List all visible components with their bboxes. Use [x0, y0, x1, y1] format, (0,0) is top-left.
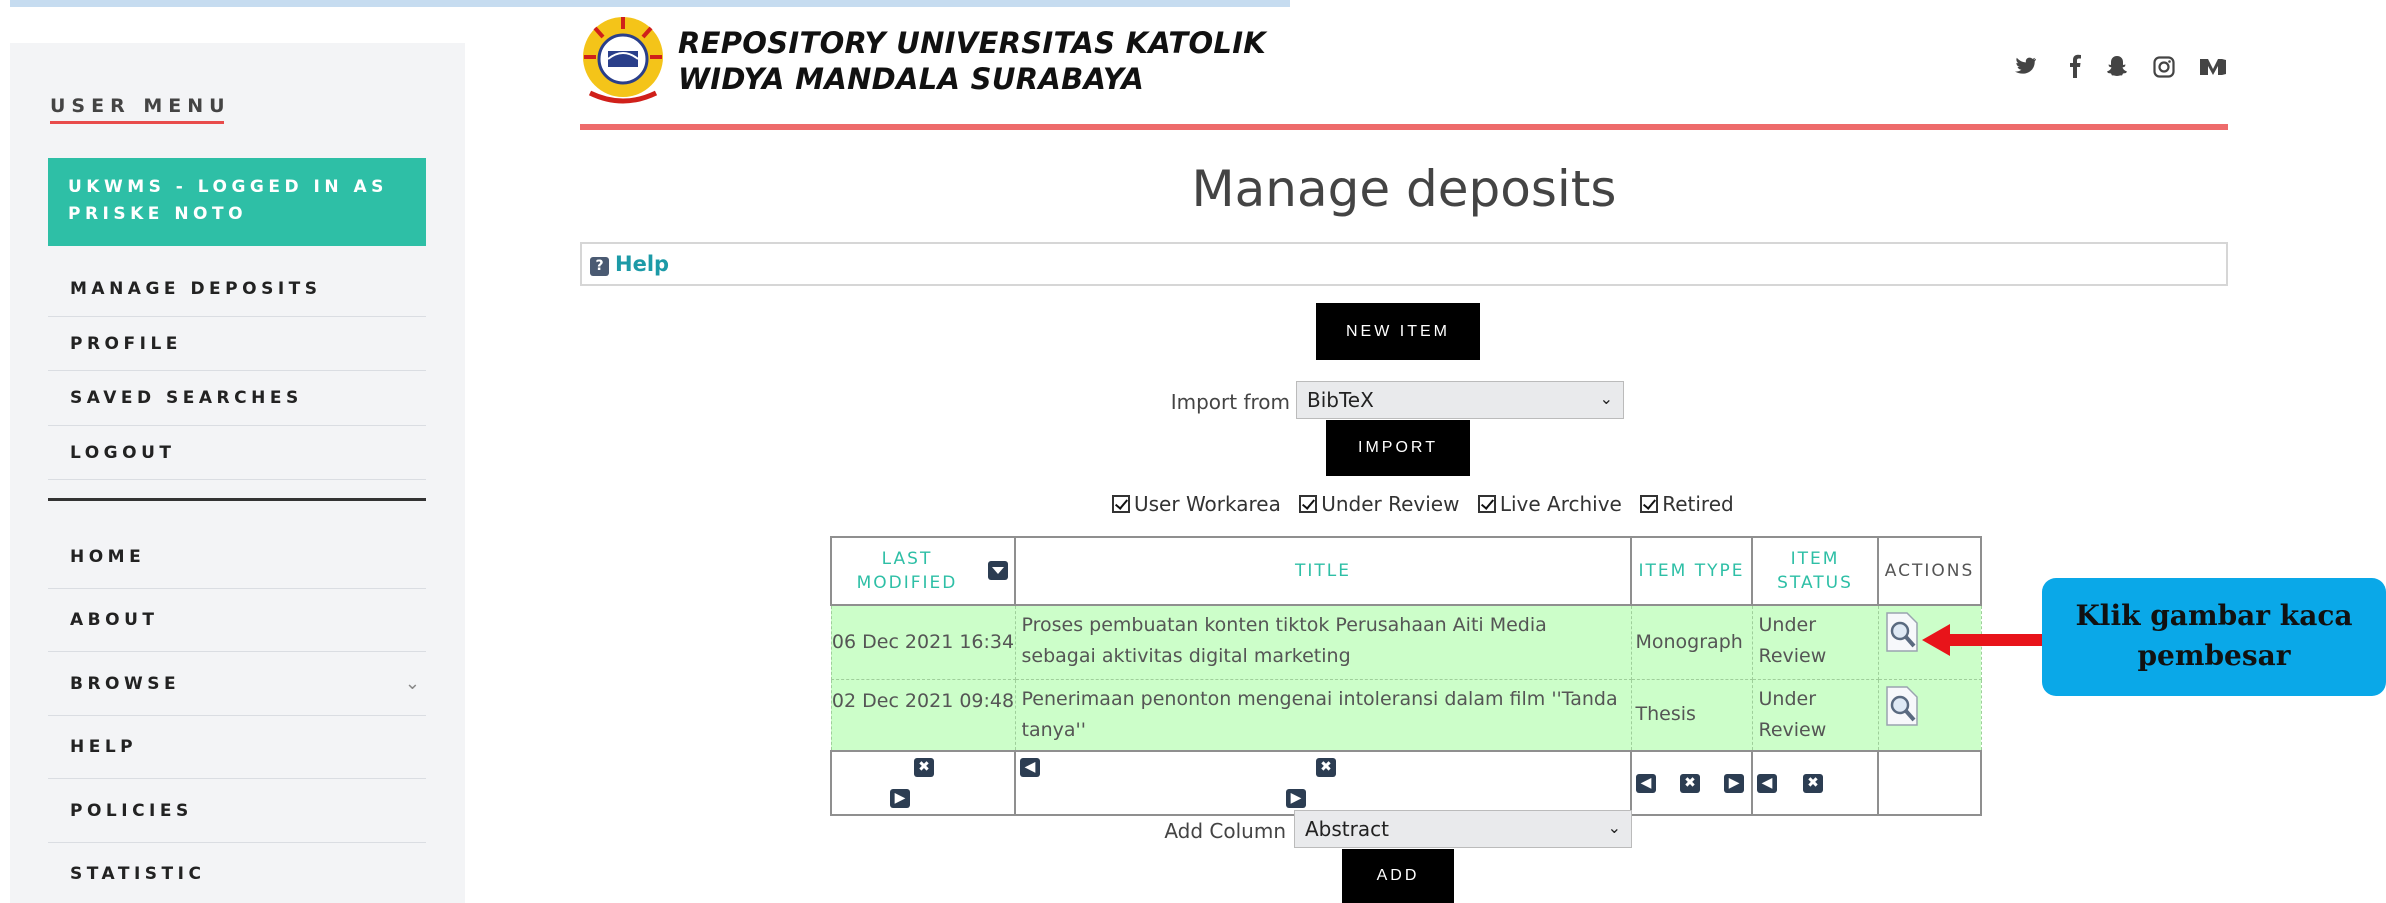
table-row: 06 Dec 2021 16:34 Proses pembuatan konte… [830, 604, 1982, 680]
cell-title: Penerimaan penonton mengenai intoleransi… [1014, 678, 1632, 752]
remove-column-icon[interactable]: ✖ [1680, 773, 1701, 793]
move-left-icon[interactable]: ◀ [1636, 773, 1656, 793]
filter-retired-checkbox[interactable] [1640, 495, 1659, 513]
university-logo[interactable] [580, 13, 666, 109]
sidebar-item-about[interactable]: ABOUT [48, 589, 426, 652]
move-right-icon[interactable]: ▶ [1286, 789, 1306, 808]
filter-user-workarea-checkbox[interactable] [1112, 495, 1130, 513]
import-format-select[interactable]: BibTeX ⌄ [1296, 381, 1624, 419]
sidebar-item-logout[interactable]: LOGOUT [48, 426, 426, 480]
sidebar: USER MENU UKWMS - LOGGED IN AS PRISKE NO… [10, 43, 465, 903]
sidebar-item-manage-deposits[interactable]: MANAGE DEPOSITS [48, 261, 426, 317]
column-item-type[interactable]: ITEM TYPE [1630, 536, 1753, 606]
sidebar-item-home[interactable]: HOME [48, 525, 426, 589]
move-right-icon[interactable]: ▶ [1724, 773, 1745, 793]
filter-user-workarea-label: User Workarea [1134, 492, 1281, 516]
sidebar-item-profile[interactable]: PROFILE [48, 317, 426, 371]
remove-column-icon[interactable]: ✖ [1316, 758, 1337, 777]
logged-in-banner: UKWMS - LOGGED IN AS PRISKE NOTO [48, 158, 426, 246]
help-icon: ? [590, 257, 609, 276]
user-menu-heading: USER MENU [50, 95, 231, 117]
help-toggle[interactable]: ? Help [590, 252, 669, 276]
remove-column-icon[interactable]: ✖ [1803, 773, 1824, 793]
table-row: 02 Dec 2021 09:48 Penerimaan penonton me… [830, 678, 1982, 752]
add-column-value: Abstract [1305, 817, 1389, 841]
facebook-icon[interactable] [2069, 54, 2081, 78]
help-panel: ? Help [580, 242, 2228, 286]
column-item-status[interactable]: ITEM STATUS [1751, 536, 1879, 606]
item-status-filters: User Workarea Under Review Live Archive … [1112, 492, 1734, 516]
cell-last-modified: 02 Dec 2021 09:48 [830, 678, 1016, 752]
filter-under-review-label: Under Review [1321, 492, 1460, 516]
add-column-select[interactable]: Abstract ⌄ [1294, 810, 1632, 848]
cell-actions [1877, 678, 1982, 752]
help-label: Help [615, 252, 670, 276]
view-item-magnifier-icon[interactable] [1885, 685, 1919, 726]
table-header-row: LAST MODIFIED TITLE ITEM TYPE ITEM STATU… [830, 536, 1982, 606]
twitter-icon[interactable] [2015, 56, 2037, 76]
column-last-modified-label: LAST MODIFIED [856, 549, 958, 593]
move-left-icon[interactable]: ◀ [1757, 773, 1777, 793]
move-right-icon[interactable]: ▶ [890, 789, 910, 808]
cell-last-modified: 06 Dec 2021 16:34 [830, 604, 1016, 680]
move-left-icon[interactable]: ◀ [1020, 758, 1040, 777]
sidebar-item-policies[interactable]: POLICIES [48, 779, 426, 843]
import-button[interactable]: IMPORT [1326, 420, 1470, 476]
site-title-line1[interactable]: REPOSITORY UNIVERSITAS KATOLIK [678, 26, 1266, 60]
deposits-table: LAST MODIFIED TITLE ITEM TYPE ITEM STATU… [830, 536, 1982, 816]
column-actions: ACTIONS [1877, 536, 1982, 606]
cell-item-type: Monograph [1630, 604, 1753, 680]
filter-live-archive-checkbox[interactable] [1477, 495, 1496, 513]
remove-column-icon[interactable]: ✖ [914, 758, 934, 777]
snapchat-icon[interactable] [2106, 55, 2128, 77]
filter-live-archive-label: Live Archive [1499, 492, 1622, 516]
sidebar-item-browse-label: BROWSE [70, 674, 181, 694]
add-column-label: Add Column [1164, 819, 1286, 843]
cell-item-status: Under Review [1751, 604, 1879, 680]
top-decorative-strip [0, 0, 1290, 7]
column-title[interactable]: TITLE [1014, 536, 1632, 606]
sidebar-divider [48, 498, 426, 501]
filter-retired-label: Retired [1662, 492, 1734, 516]
sidebar-item-statistic[interactable]: STATISTIC [48, 843, 426, 903]
chevron-down-icon: ⌄ [1607, 818, 1621, 837]
annotation-callout: Klik gambar kaca pembesar [2042, 578, 2386, 696]
instagram-icon[interactable] [2153, 56, 2175, 78]
filter-under-review-checkbox[interactable] [1299, 495, 1318, 513]
sidebar-item-browse[interactable]: BROWSE ⌄ [48, 652, 426, 716]
page-title: Manage deposits [1191, 160, 1617, 218]
sidebar-item-help[interactable]: HELP [48, 716, 426, 779]
new-item-button[interactable]: NEW ITEM [1316, 303, 1480, 360]
header-accent-rule [580, 124, 2228, 130]
column-last-modified[interactable]: LAST MODIFIED [830, 536, 1016, 606]
column-controls-row: ✖ ▶ ◀ ✖ ▶ ◀ ✖ ▶ ◀ ✖ [830, 750, 1982, 816]
chevron-down-icon: ⌄ [1599, 389, 1613, 408]
medium-icon[interactable] [2199, 57, 2227, 77]
sort-desc-icon[interactable] [988, 561, 1008, 580]
import-label: Import from [1170, 390, 1290, 414]
annotation-arrow [1922, 624, 2042, 656]
import-format-value: BibTeX [1307, 388, 1374, 412]
cell-item-status: Under Review [1751, 678, 1879, 752]
add-column-button[interactable]: ADD [1342, 849, 1454, 903]
site-title-line2[interactable]: WIDYA MANDALA SURABAYA [678, 62, 1144, 96]
sidebar-item-saved-searches[interactable]: SAVED SEARCHES [48, 371, 426, 426]
cell-title: Proses pembuatan konten tiktok Perusahaa… [1014, 604, 1632, 680]
heading-underline [50, 121, 224, 124]
cell-item-type: Thesis [1630, 678, 1753, 752]
left-decorative-strip [0, 0, 10, 903]
view-item-magnifier-icon[interactable] [1885, 612, 1919, 652]
chevron-down-icon[interactable]: ⌄ [405, 652, 420, 716]
